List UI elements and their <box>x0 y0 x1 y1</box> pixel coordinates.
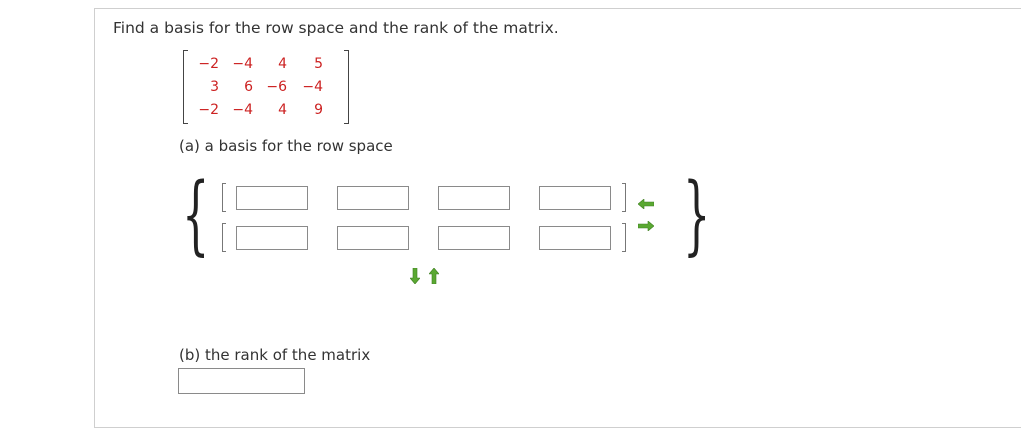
matrix-entry: 6 <box>244 78 253 95</box>
matrix-entries: −2 −4 4 5 3 6 −6 −4 −2 −4 4 9 <box>193 52 323 121</box>
vector-left-bracket <box>222 183 226 212</box>
vector-right-bracket <box>622 183 626 212</box>
remove-row-arrow-icon[interactable] <box>410 268 420 284</box>
vector-left-bracket <box>222 223 226 252</box>
basis-vector-entry[interactable] <box>236 226 308 250</box>
rank-input[interactable] <box>178 368 305 394</box>
remove-vector-arrow-icon[interactable] <box>638 199 654 209</box>
basis-vector-entry[interactable] <box>438 186 510 210</box>
matrix-left-bracket <box>183 50 188 124</box>
matrix-entry: −2 <box>198 101 219 118</box>
matrix-entry: 4 <box>278 55 287 72</box>
matrix-entry: 3 <box>210 78 219 95</box>
matrix-row: 3 6 −6 −4 <box>193 75 323 98</box>
matrix-row: −2 −4 4 5 <box>193 52 323 75</box>
add-vector-arrow-icon[interactable] <box>638 221 654 231</box>
basis-vector-row <box>222 183 632 213</box>
matrix-entry: 9 <box>314 101 323 118</box>
set-close-brace: } <box>683 165 711 265</box>
matrix-entry: 4 <box>278 101 287 118</box>
matrix: −2 −4 4 5 3 6 −6 −4 −2 −4 4 9 <box>183 50 349 124</box>
add-row-arrow-icon[interactable] <box>429 268 439 284</box>
matrix-right-bracket <box>344 50 349 124</box>
matrix-entry: −2 <box>198 55 219 72</box>
basis-vector-entry[interactable] <box>236 186 308 210</box>
matrix-entry: −4 <box>232 55 253 72</box>
matrix-entry: −4 <box>302 78 323 95</box>
question-text: Find a basis for the row space and the r… <box>113 19 559 37</box>
matrix-entry: −4 <box>232 101 253 118</box>
matrix-entry: 5 <box>314 55 323 72</box>
vector-right-bracket <box>622 223 626 252</box>
basis-vector-entry[interactable] <box>337 226 409 250</box>
basis-vector-entry[interactable] <box>337 186 409 210</box>
basis-vector-row <box>222 223 632 253</box>
basis-vector-entry[interactable] <box>539 226 611 250</box>
matrix-entry: −6 <box>266 78 287 95</box>
set-open-brace: { <box>182 165 210 265</box>
basis-vector-entry[interactable] <box>539 186 611 210</box>
part-a-label: (a) a basis for the row space <box>179 137 393 155</box>
matrix-row: −2 −4 4 9 <box>193 98 323 121</box>
part-b-label: (b) the rank of the matrix <box>179 346 371 364</box>
basis-vector-entry[interactable] <box>438 226 510 250</box>
